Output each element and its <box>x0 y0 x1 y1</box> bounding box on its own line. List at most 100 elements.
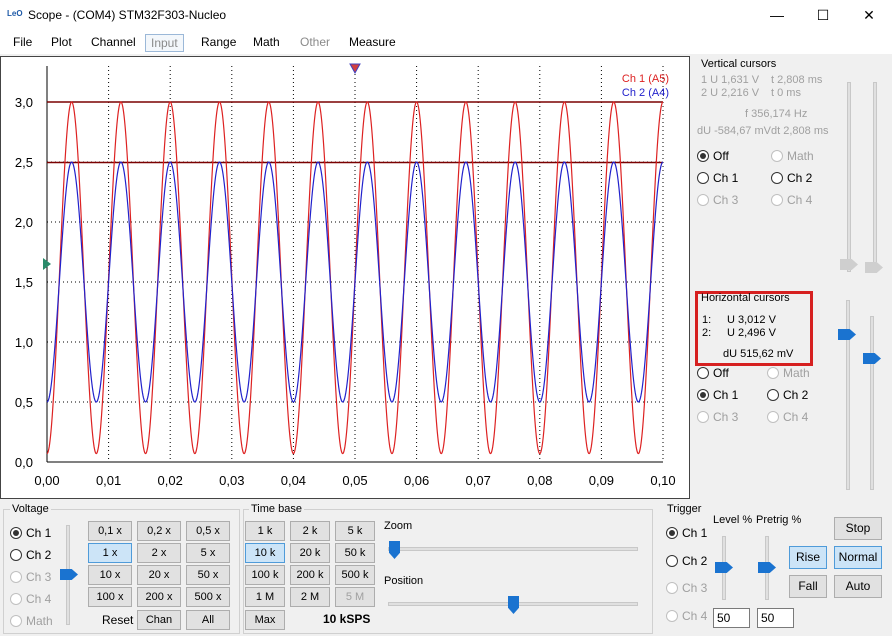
menu-input[interactable]: Input <box>145 34 184 52</box>
menu-bar: File Plot Channel Input Range Math Other… <box>0 31 892 54</box>
scope-plot[interactable]: 0,00 0,01 0,02 0,03 0,04 0,05 0,06 0,07 0,08 0,09… <box>0 56 690 499</box>
y-tick-label: 2,5 <box>15 155 33 170</box>
radio-icon <box>10 593 22 605</box>
trigger-stop-button[interactable]: Stop <box>834 517 882 540</box>
trigger-title: Trigger <box>667 503 702 515</box>
voltage-math-option[interactable]: Math <box>10 614 53 628</box>
timebase-50k[interactable]: 50 k <box>335 543 375 563</box>
hcursor-ch4-option[interactable]: Ch 4 <box>767 410 808 424</box>
voltage-scale-100x[interactable]: 100 x <box>88 587 132 607</box>
trigger-ch2-option[interactable]: Ch 2 <box>666 554 707 568</box>
trigger-level-input[interactable]: 50 <box>713 608 750 628</box>
vcursor-ch1-option[interactable]: Ch 1 <box>697 171 738 185</box>
timebase-2m[interactable]: 2 M <box>290 587 330 607</box>
radio-icon <box>767 411 779 423</box>
vcursor-ch3-option[interactable]: Ch 3 <box>697 193 738 207</box>
menu-file[interactable]: File <box>8 34 37 52</box>
voltage-scale-0-1x[interactable]: 0,1 x <box>88 521 132 541</box>
timebase-5k[interactable]: 5 k <box>335 521 375 541</box>
menu-measure[interactable]: Measure <box>344 34 401 52</box>
x-tick-label: 0,07 <box>466 473 491 488</box>
timebase-1k[interactable]: 1 k <box>245 521 285 541</box>
hcursor-off-option[interactable]: Off <box>697 366 729 380</box>
voltage-scale-200x[interactable]: 200 x <box>137 587 181 607</box>
timebase-5m[interactable]: 5 M <box>335 587 375 607</box>
timebase-1m[interactable]: 1 M <box>245 587 285 607</box>
voltage-ch1-option[interactable]: Ch 1 <box>10 526 51 540</box>
voltage-scale-20x[interactable]: 20 x <box>137 565 181 585</box>
x-tick-label: 0,06 <box>404 473 429 488</box>
menu-range[interactable]: Range <box>196 34 241 52</box>
title-bar: LeO Scope - (COM4) STM32F303-Nucleo — ☐ … <box>0 0 892 31</box>
trigger-ch1-option[interactable]: Ch 1 <box>666 526 707 540</box>
vcursor-math-option[interactable]: Math <box>771 149 814 163</box>
voltage-scale-50x[interactable]: 50 x <box>186 565 230 585</box>
trigger-auto-button[interactable]: Auto <box>834 575 882 598</box>
voltage-scale-0-5x[interactable]: 0,5 x <box>186 521 230 541</box>
timebase-title: Time base <box>249 503 304 515</box>
menu-math[interactable]: Math <box>248 34 285 52</box>
timebase-2k[interactable]: 2 k <box>290 521 330 541</box>
x-tick-label: 0,03 <box>219 473 244 488</box>
vcursor-off-option[interactable]: Off <box>697 149 729 163</box>
hcursor-slider-1[interactable] <box>846 300 850 490</box>
radio-icon <box>10 615 22 627</box>
legend-entry: Ch 2 (A4) <box>622 87 669 99</box>
timebase-100k[interactable]: 100 k <box>245 565 285 585</box>
trigger-level-thumb[interactable] <box>715 562 733 573</box>
menu-other[interactable]: Other <box>295 34 335 52</box>
legend-entry: Ch 1 (A5) <box>622 73 669 85</box>
radio-icon <box>666 555 678 567</box>
trigger-ch4-option[interactable]: Ch 4 <box>666 609 707 623</box>
radio-icon <box>697 150 709 162</box>
voltage-all-button[interactable]: All <box>186 610 230 630</box>
timebase-20k[interactable]: 20 k <box>290 543 330 563</box>
vcursor-slider-2[interactable] <box>873 82 877 272</box>
trigger-pretrig-thumb[interactable] <box>758 562 776 573</box>
hcursor-ch2-option[interactable]: Ch 2 <box>767 388 808 402</box>
vcursor-t1: t 2,808 ms <box>771 74 823 86</box>
timebase-max-button[interactable]: Max <box>245 610 285 630</box>
trigger-normal-button[interactable]: Normal <box>834 546 882 569</box>
trigger-level-label: Level % <box>713 514 753 526</box>
zoom-slider[interactable] <box>388 547 638 551</box>
voltage-ch3-option[interactable]: Ch 3 <box>10 570 51 584</box>
maximize-button[interactable]: ☐ <box>800 0 846 31</box>
trigger-ch3-option[interactable]: Ch 3 <box>666 581 707 595</box>
trigger-rise-button[interactable]: Rise <box>789 546 827 569</box>
voltage-scale-0-2x[interactable]: 0,2 x <box>137 521 181 541</box>
voltage-scale-500x[interactable]: 500 x <box>186 587 230 607</box>
hcursor-math-option[interactable]: Math <box>767 366 810 380</box>
radio-icon <box>767 389 779 401</box>
x-tick-label: 0,00 <box>34 473 59 488</box>
vcursor-ch2-option[interactable]: Ch 2 <box>771 171 812 185</box>
vcursor-slider-1[interactable] <box>847 82 851 272</box>
vcursor-dt: dt 2,808 ms <box>771 125 829 137</box>
hcursor-slider-2[interactable] <box>870 316 874 490</box>
menu-channel[interactable]: Channel <box>86 34 141 52</box>
voltage-chan-button[interactable]: Chan <box>137 610 181 630</box>
voltage-reset-link[interactable]: Reset <box>102 613 133 627</box>
trigger-fall-button[interactable]: Fall <box>789 575 827 598</box>
voltage-scale-10x[interactable]: 10 x <box>88 565 132 585</box>
trigger-pretrig-input[interactable]: 50 <box>757 608 794 628</box>
timebase-200k[interactable]: 200 k <box>290 565 330 585</box>
vcursor-ch4-option[interactable]: Ch 4 <box>771 193 812 207</box>
minimize-button[interactable]: — <box>754 0 800 31</box>
voltage-ch2-option[interactable]: Ch 2 <box>10 548 51 562</box>
hcursor-ch3-option[interactable]: Ch 3 <box>697 410 738 424</box>
voltage-scale-1x[interactable]: 1 x <box>88 543 132 563</box>
vcursor-slider-2-thumb[interactable] <box>865 262 883 273</box>
vcursor-slider-1-thumb[interactable] <box>840 259 858 270</box>
window-title: Scope - (COM4) STM32F303-Nucleo <box>28 8 227 22</box>
timebase-10k[interactable]: 10 k <box>245 543 285 563</box>
timebase-500k[interactable]: 500 k <box>335 565 375 585</box>
voltage-scale-2x[interactable]: 2 x <box>137 543 181 563</box>
close-button[interactable]: ✕ <box>846 0 892 31</box>
voltage-scale-5x[interactable]: 5 x <box>186 543 230 563</box>
hcursor-1-index: 1: <box>702 314 712 326</box>
menu-plot[interactable]: Plot <box>46 34 77 52</box>
voltage-ch4-option[interactable]: Ch 4 <box>10 592 51 606</box>
radio-icon <box>697 172 709 184</box>
hcursor-ch1-option[interactable]: Ch 1 <box>697 388 738 402</box>
